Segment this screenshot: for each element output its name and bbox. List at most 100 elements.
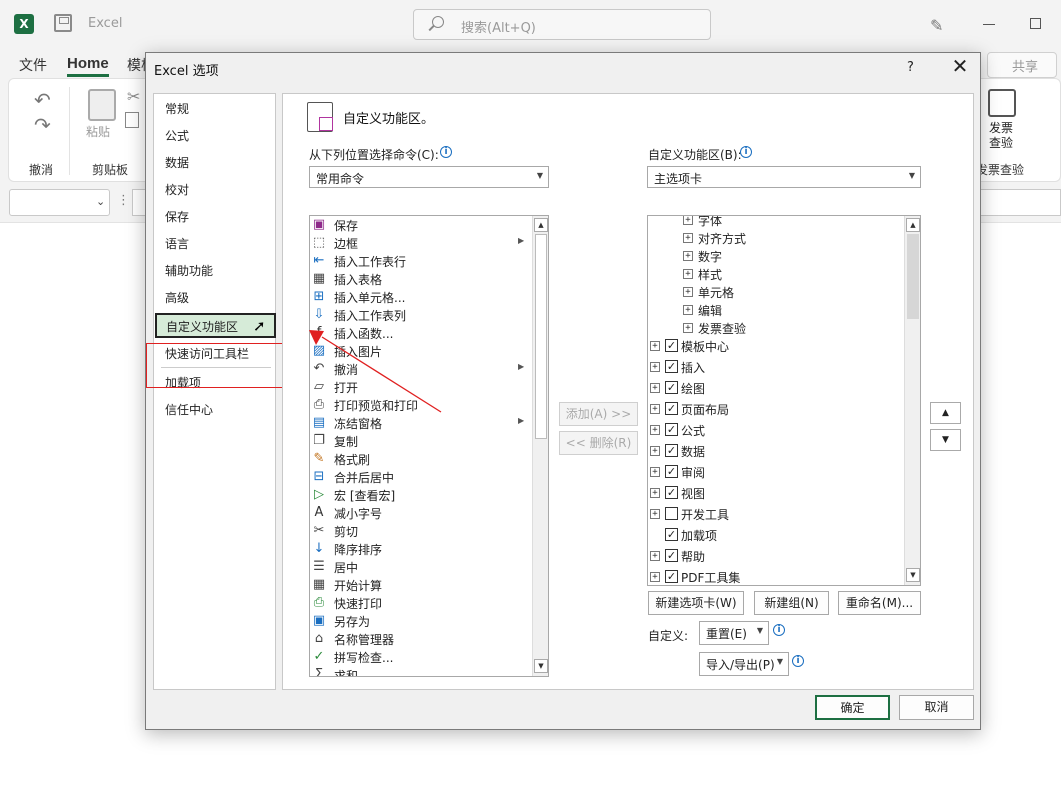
info-icon[interactable]: i	[440, 146, 452, 158]
category-language[interactable]: 语言	[165, 235, 189, 252]
category-save[interactable]: 保存	[165, 208, 189, 225]
expand-icon[interactable]: +	[683, 323, 693, 333]
tree-item[interactable]: + 开发工具	[648, 506, 903, 526]
category-customize-ribbon[interactable]: 自定义功能区 ➚	[155, 313, 276, 338]
command-item[interactable]: ⎙ 快速打印	[310, 594, 532, 612]
tree-item[interactable]: + ✓ 模板中心	[648, 338, 903, 358]
copy-icon[interactable]	[125, 112, 139, 128]
command-item[interactable]: ⊞ 插入单元格...	[310, 288, 532, 306]
search-input[interactable]: 搜索(Alt+Q)	[413, 9, 711, 40]
command-source-select[interactable]: 常用命令 ▼	[309, 166, 549, 188]
command-item[interactable]: ⊟ 合并后居中	[310, 468, 532, 486]
paste-icon[interactable]	[88, 89, 116, 121]
tree-checkbox[interactable]: ✓	[665, 570, 678, 583]
redo-icon[interactable]: ↷	[34, 113, 51, 137]
expand-icon[interactable]: +	[650, 551, 660, 561]
scroll-thumb[interactable]	[907, 234, 919, 319]
expand-icon[interactable]: +	[683, 233, 693, 243]
expand-icon[interactable]: +	[650, 341, 660, 351]
move-down-button[interactable]: ▼	[930, 429, 961, 451]
command-item[interactable]: ▣ 另存为	[310, 612, 532, 630]
rename-button[interactable]: 重命名(M)...	[838, 591, 921, 615]
command-item[interactable]: ƒ 插入函数...	[310, 324, 532, 342]
tree-item[interactable]: ✓ 加载项	[648, 527, 903, 547]
category-general[interactable]: 常规	[165, 100, 189, 117]
add-button[interactable]: 添加(A) >>	[559, 402, 638, 426]
tree-item[interactable]: + 对齐方式	[648, 230, 903, 250]
scroll-thumb[interactable]	[535, 234, 547, 439]
tree-scrollbar[interactable]: ▲ ▼	[904, 216, 920, 585]
expand-icon[interactable]: +	[683, 251, 693, 261]
category-accessibility[interactable]: 辅助功能	[165, 262, 213, 279]
expand-icon[interactable]: +	[650, 572, 660, 582]
tree-checkbox[interactable]: ✓	[665, 381, 678, 394]
maximize-icon[interactable]	[1030, 18, 1041, 29]
tree-checkbox[interactable]: ✓	[665, 528, 678, 541]
tree-item[interactable]: + 数字	[648, 248, 903, 268]
pen-icon[interactable]: ✎	[930, 16, 948, 35]
command-item[interactable]: ▷ 宏 [查看宏]	[310, 486, 532, 504]
reset-dropdown[interactable]: 重置(E) ▼	[699, 621, 769, 645]
tree-item[interactable]: + ✓ 绘图	[648, 380, 903, 400]
scroll-down-icon[interactable]: ▼	[906, 568, 920, 582]
command-item[interactable]: ⎙ 打印预览和打印	[310, 396, 532, 414]
tree-item[interactable]: + 样式	[648, 266, 903, 286]
tree-item[interactable]: + ✓ PDF工具集	[648, 569, 903, 585]
command-item[interactable]: ☰ 居中	[310, 558, 532, 576]
tree-item[interactable]: + ✓ 审阅	[648, 464, 903, 484]
move-up-button[interactable]: ▲	[930, 402, 961, 424]
name-box[interactable]: ⌄	[9, 189, 110, 216]
tree-checkbox[interactable]: ✓	[665, 465, 678, 478]
command-item[interactable]: ▨ 插入图片	[310, 342, 532, 360]
expand-icon[interactable]: +	[650, 509, 660, 519]
tree-item[interactable]: + 发票查验	[648, 320, 903, 340]
tab-source-select[interactable]: 主选项卡 ▼	[647, 166, 921, 188]
command-item[interactable]: A 减小字号	[310, 504, 532, 522]
new-tab-button[interactable]: 新建选项卡(W)	[648, 591, 744, 615]
expand-icon[interactable]: +	[683, 216, 693, 225]
expand-icon[interactable]: +	[683, 269, 693, 279]
invoice-check-label[interactable]: 发票查验	[989, 121, 1019, 151]
command-item[interactable]: ▤ 冻结窗格 ▶	[310, 414, 532, 432]
invoice-check-icon[interactable]	[988, 89, 1016, 117]
expand-icon[interactable]: +	[650, 362, 660, 372]
tree-checkbox[interactable]: ✓	[665, 360, 678, 373]
cut-icon[interactable]: ✂	[127, 87, 140, 106]
expand-icon[interactable]: +	[650, 425, 660, 435]
category-trust-center[interactable]: 信任中心	[165, 401, 213, 418]
tree-checkbox[interactable]: ✓	[665, 486, 678, 499]
share-button[interactable]: 共享	[987, 52, 1057, 78]
command-item[interactable]: ⬚ 边框 ▶	[310, 234, 532, 252]
command-item[interactable]: ▣ 保存	[310, 216, 532, 234]
expand-icon[interactable]: +	[650, 488, 660, 498]
tree-checkbox[interactable]	[665, 507, 678, 520]
expand-icon[interactable]: +	[683, 287, 693, 297]
close-icon[interactable]: ✕	[950, 55, 970, 77]
scroll-up-icon[interactable]: ▲	[534, 218, 548, 232]
ok-button[interactable]: 确定	[815, 695, 890, 720]
commands-list[interactable]: ▣ 保存 ⬚ 边框 ▶ ⇤ 插入工作表行 ▦ 插入表格 ⊞ 插入单元格... ⇩ 插入工作表列 ƒ 插入函数…	[309, 215, 549, 677]
tree-checkbox[interactable]: ✓	[665, 423, 678, 436]
expand-icon[interactable]: +	[650, 404, 660, 414]
tree-checkbox[interactable]: ✓	[665, 402, 678, 415]
chevron-down-icon[interactable]: ⌄	[96, 195, 105, 208]
category-formulas[interactable]: 公式	[165, 127, 189, 144]
commands-scrollbar[interactable]: ▲ ▼	[532, 216, 548, 676]
command-item[interactable]: ▦ 开始计算	[310, 576, 532, 594]
command-item[interactable]: ❐ 复制	[310, 432, 532, 450]
ribbon-tree[interactable]: + 字体 + 对齐方式 + 数字 + 样式 + 单元格 + 编辑 + 发票查验 + ✓ 模板中心 + ✓ 插入 + ✓ 绘图…	[647, 215, 921, 586]
category-advanced[interactable]: 高级	[165, 289, 189, 306]
undo-icon[interactable]: ↶	[34, 88, 51, 112]
tree-item[interactable]: + ✓ 插入	[648, 359, 903, 379]
tree-item[interactable]: + 编辑	[648, 302, 903, 322]
command-item[interactable]: ⇤ 插入工作表行	[310, 252, 532, 270]
command-item[interactable]: ✎ 格式刷	[310, 450, 532, 468]
tree-item[interactable]: + ✓ 页面布局	[648, 401, 903, 421]
scroll-up-icon[interactable]: ▲	[906, 218, 920, 232]
info-icon[interactable]: i	[792, 655, 804, 667]
tree-item[interactable]: + ✓ 数据	[648, 443, 903, 463]
command-item[interactable]: ✂ 剪切	[310, 522, 532, 540]
remove-button[interactable]: << 删除(R)	[559, 431, 638, 455]
command-item[interactable]: ⇩ 插入工作表列	[310, 306, 532, 324]
tab-home[interactable]: Home	[67, 55, 109, 72]
